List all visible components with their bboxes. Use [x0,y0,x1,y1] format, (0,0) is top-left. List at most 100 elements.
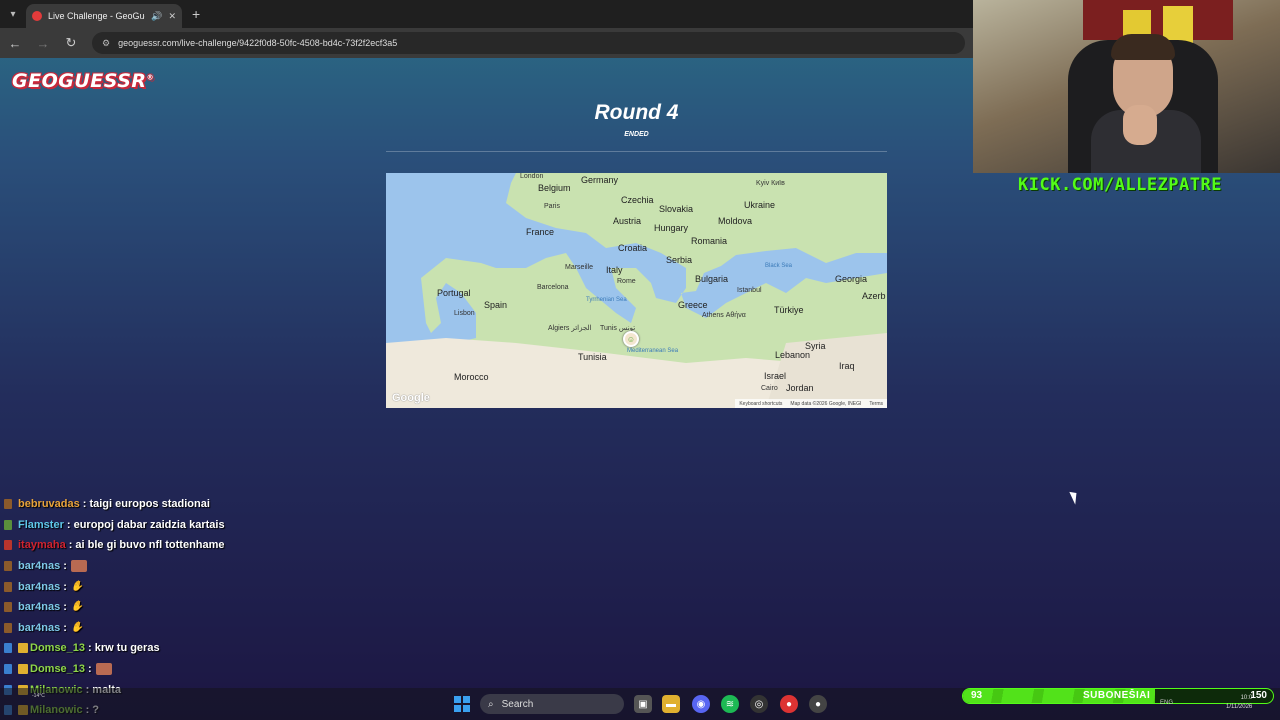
sub-count: 93 [971,690,983,701]
speaker-icon[interactable]: 🔊 [151,11,162,22]
map-country-label: Georgia [835,274,868,284]
terms-link[interactable]: Terms [869,401,883,407]
round-title: Round 4 [594,101,679,124]
forward-icon[interactable]: → [36,36,50,51]
chat-badge-icon [4,561,12,572]
chat-badge-icon [4,581,12,592]
chat-text: : [63,580,67,593]
map-city-label: Marseille [565,264,594,271]
map-country-label: Serbia [666,255,693,265]
system-clock[interactable]: 10:0 1/11/2026 [1226,694,1252,712]
map-city-label: Algiers الجزائر [548,325,592,332]
chat-username[interactable]: bar4nas [18,581,60,593]
address-bar-row: ← → ↻ ⚙ geoguessr.com/live-challenge/942… [0,28,973,58]
map-country-label: Azerb [862,291,886,301]
discord-icon[interactable]: ◉ [692,695,710,713]
chat-badge-icon [4,643,12,654]
close-tab-icon[interactable]: ✕ [168,11,176,22]
chat-text: : [63,621,67,634]
file-explorer-icon[interactable]: ▬ [662,695,680,713]
chat-message: Domse_13: [4,659,364,680]
chat-sub-badge-icon [18,643,28,654]
chat-username[interactable]: Domse_13 [30,642,85,654]
map-city-label: Rome [617,278,636,285]
logo-reg: ® [146,73,155,82]
map-city-label: Lisbon [454,310,475,317]
obs-icon[interactable]: ◎ [750,695,768,713]
webcam-person-hair [1111,34,1175,60]
new-tab-button[interactable]: + [192,6,200,22]
map-city-label: Barcelona [537,284,569,291]
chat-message: itaymaha: ai ble gi buvo nfl tottenhame [4,535,364,556]
taskbar-search-label: Search [501,698,534,710]
mouse-cursor-icon [1069,489,1081,505]
chat-username[interactable]: bar4nas [18,622,60,634]
task-view-icon[interactable]: ▣ [634,695,652,713]
map-country-label: Belgium [538,183,571,193]
map-sea-label: Black Sea [765,263,793,269]
chat-username[interactable]: Domse_13 [30,663,85,675]
chat-username[interactable]: bar4nas [18,601,60,613]
chat-message: Flamster: europoj dabar zaidzia kartais [4,515,364,536]
map-country-label: Ukraine [744,200,776,210]
map-country-label: Croatia [618,243,648,253]
tab-live-challenge[interactable]: Live Challenge - GeoGuessr 🔊 ✕ [26,4,182,28]
chat-badge-icon [4,622,12,633]
chat-message: bar4nas: ✋ [4,618,364,639]
result-map[interactable]: London Belgium Germany Paris Czechia Slo… [386,173,887,408]
chat-text: : [63,601,67,614]
geoguessr-logo[interactable]: GEOGUESSR® [12,70,154,92]
clock-date: 1/11/2026 [1226,704,1253,710]
site-info-icon[interactable]: ⚙ [102,38,110,49]
keyboard-shortcuts-link[interactable]: Keyboard shortcuts [739,401,782,407]
chat-username[interactable]: itaymaha [18,539,66,551]
chat-username[interactable]: bebruvadas [18,498,80,510]
chat-text: : [63,560,67,573]
language-indicator[interactable]: ENG [1160,700,1173,706]
chrome-icon[interactable]: ● [780,695,798,713]
map-country-label: Slovakia [659,204,694,214]
map-city-label: London [520,173,544,180]
map-country-label: Moldova [718,216,753,226]
map-country-label: France [526,227,555,237]
map-country-label: Romania [691,236,728,246]
chat-hand-emote-icon: ✋ [70,580,84,592]
chat-badge-icon [4,602,12,613]
map-city-label: Istanbul [737,287,762,294]
map-country-label: Germany [581,175,619,185]
tab-search-dropdown-icon[interactable]: ▾ [0,0,26,28]
tab-title: Live Challenge - GeoGuessr [48,11,145,21]
chat-text: : ai ble gi buvo nfl tottenhame [68,539,225,552]
url-text: geoguessr.com/live-challenge/9422f0d8-50… [118,38,398,48]
map-country-label: Greece [678,300,708,310]
windows-start-icon[interactable] [454,696,470,712]
geoguessr-favicon-icon [32,11,42,21]
player-guess-pin-icon[interactable]: ☺ [623,331,639,347]
map-country-label: Spain [484,300,508,310]
clock-time: 10:0 [1240,695,1253,701]
map-country-label: Lebanon [775,350,811,360]
map-country-label: Austria [613,216,642,226]
chat-badge-icon [4,499,12,510]
url-field[interactable]: ⚙ geoguessr.com/live-challenge/9422f0d8-… [92,32,965,54]
webcam-person-hand [1123,105,1157,145]
map-country-label: Portugal [437,288,471,298]
chat-message: bar4nas: ✋ [4,597,364,618]
chat-emote-icon [95,663,112,676]
chat-username[interactable]: Flamster [18,519,64,531]
chat-emote-icon [70,560,87,573]
webcam-overlay [973,0,1280,173]
back-icon[interactable]: ← [8,36,22,51]
chat-text: : taigi europos stadionai [82,498,210,511]
spotify-icon[interactable]: ≋ [721,695,739,713]
chat-username[interactable]: bar4nas [18,560,60,572]
stream-chat: bebruvadas: taigi europos stadionai Flams… [4,494,364,720]
reload-icon[interactable]: ↻ [64,35,78,51]
chat-sub-badge-icon [18,664,28,675]
weather-temp[interactable]: -14°C [32,693,45,699]
chrome-active-icon[interactable]: ● [809,695,827,713]
map-country-label: Hungary [654,223,689,233]
search-icon: ⌕ [488,698,494,710]
chat-badge-icon [4,540,12,551]
taskbar-search[interactable]: ⌕ Search [480,694,624,714]
